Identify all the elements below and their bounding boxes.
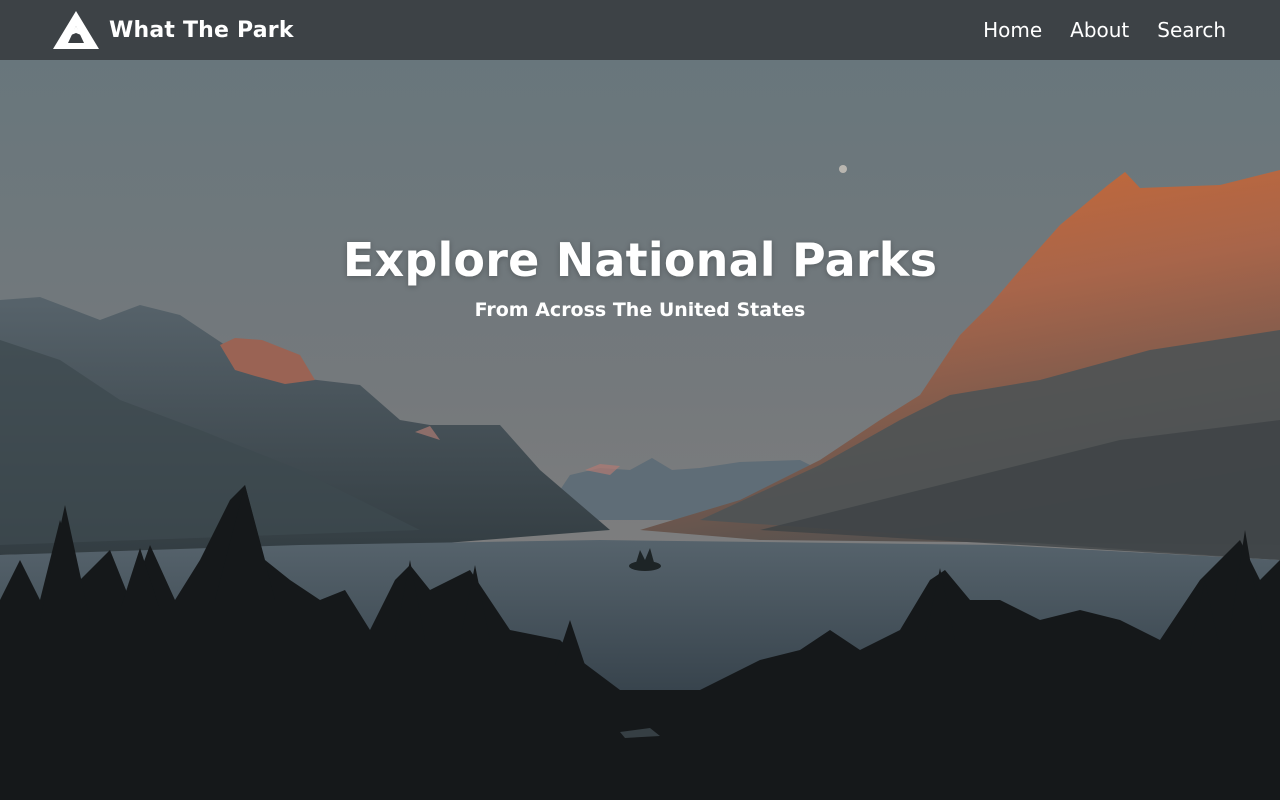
hero-text: Explore National Parks From Across The U… — [0, 232, 1280, 322]
landscape-illustration — [0, 0, 1280, 800]
hero-background — [0, 0, 1280, 800]
mountain-icon — [53, 11, 99, 49]
nav-link-home[interactable]: Home — [983, 18, 1042, 42]
top-navbar: What The Park Home About Search — [0, 0, 1280, 60]
nav-link-search[interactable]: Search — [1157, 18, 1226, 42]
brand-name: What The Park — [109, 17, 294, 43]
hero-title: Explore National Parks — [342, 233, 938, 287]
moon — [839, 165, 847, 173]
nav-links: Home About Search — [955, 18, 1226, 42]
hero-subtitle: From Across The United States — [474, 299, 806, 321]
brand-link[interactable]: What The Park — [53, 11, 294, 49]
nav-link-about[interactable]: About — [1070, 18, 1129, 42]
